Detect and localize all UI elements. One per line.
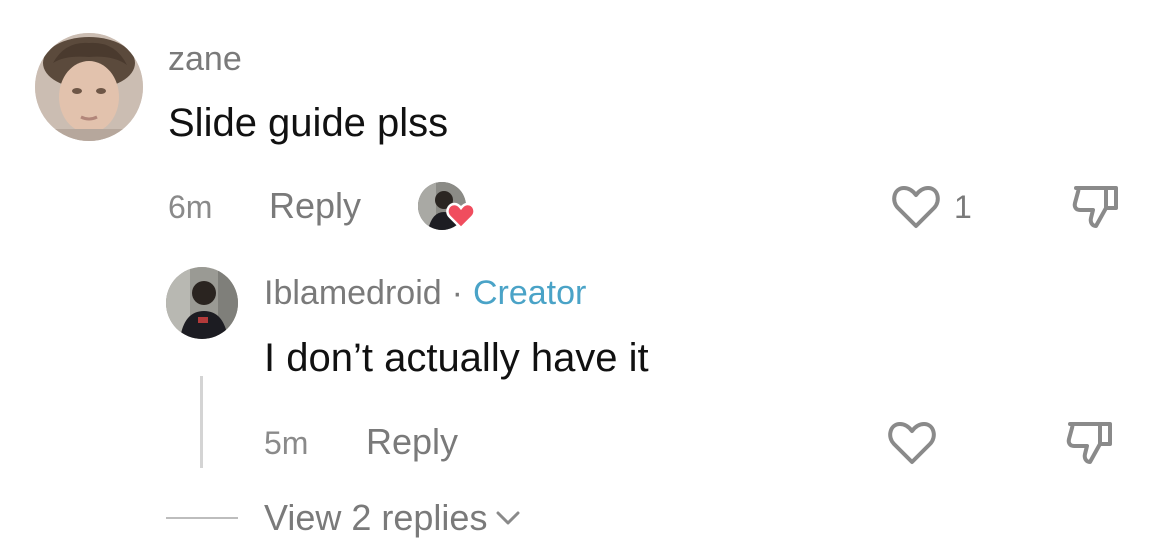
comment-like-count: 1 xyxy=(954,189,972,225)
comment-dislike-button[interactable] xyxy=(1070,182,1122,230)
heart-outline-icon xyxy=(888,422,936,464)
creator-badge: Creator xyxy=(472,274,587,312)
comment-username[interactable]: zane xyxy=(168,42,242,76)
comment-timestamp: 6m xyxy=(168,189,213,225)
comment-reply-button[interactable]: Reply xyxy=(269,188,361,224)
username-separator: · xyxy=(451,274,463,312)
thread-line xyxy=(200,376,203,468)
reply-username[interactable]: Iblamedroid xyxy=(264,276,442,310)
reply-dislike-button[interactable] xyxy=(1064,418,1116,466)
user-avatar-icon xyxy=(35,33,143,141)
reply-reply-button[interactable]: Reply xyxy=(366,424,458,460)
comment-avatar[interactable] xyxy=(35,33,143,141)
creator-liked-indicator xyxy=(418,180,478,234)
heart-outline-icon xyxy=(892,186,940,228)
reply-header: Iblamedroid · Creator xyxy=(264,276,586,310)
creator-avatar-icon xyxy=(166,267,238,339)
chevron-down-icon xyxy=(496,511,520,525)
comment-like-button[interactable] xyxy=(890,184,942,230)
reply-like-button[interactable] xyxy=(886,420,938,466)
thumbs-down-icon xyxy=(1066,422,1112,464)
view-replies-divider xyxy=(166,517,238,519)
view-replies-button[interactable]: View 2 replies xyxy=(264,500,521,536)
reply-timestamp: 5m xyxy=(264,425,309,461)
reply-text: I don’t actually have it xyxy=(264,336,649,380)
thumbs-down-icon xyxy=(1072,186,1118,228)
comment-text: Slide guide plss xyxy=(168,101,449,145)
liked-heart-icon xyxy=(446,202,476,230)
view-replies-label: View 2 replies xyxy=(264,497,488,538)
reply-avatar[interactable] xyxy=(166,267,238,339)
